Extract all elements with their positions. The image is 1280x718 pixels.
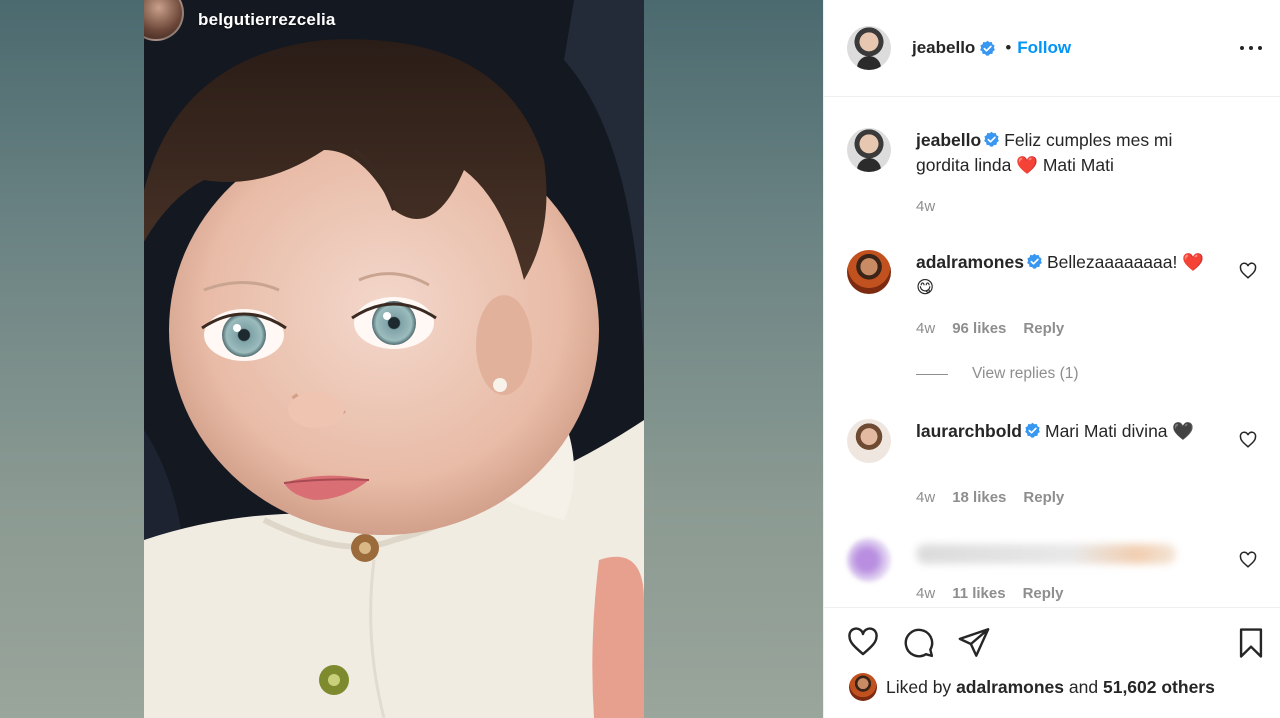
comment-like-heart-icon[interactable] [1239,431,1257,449]
comment-like-heart-icon[interactable] [1239,262,1257,280]
liked-by-avatar[interactable] [849,673,877,701]
caption-username[interactable]: jeabello [916,130,981,150]
comment-meta: 4w 96 likes Reply [916,320,1064,337]
comment-avatar[interactable] [847,419,891,463]
liked-by-prefix: Liked by [886,676,952,697]
reply-button[interactable]: Reply [1023,320,1064,337]
author-username[interactable]: jeabello [912,38,975,58]
comment-meta: 4w 18 likes Reply [916,489,1064,506]
post-panel: jeabello • Follow jeabello Feliz cumples … [823,0,1280,718]
view-replies-line [916,373,948,375]
follow-button[interactable]: Follow [1017,38,1071,58]
caption-time[interactable]: 4w [916,198,935,215]
view-replies-label: View replies (1) [972,365,1079,382]
comment-body: adalramones Bellezaaaaaaaa! ❤️😋 [916,250,1216,300]
media-area: belgutierrezcelia [0,0,823,718]
comment-username[interactable]: laurarchbold [916,421,1022,441]
post-header: jeabello • Follow [824,0,1280,97]
verified-badge-icon [1027,253,1042,269]
liked-by-summary: Liked by adalramones and 51,602 others [849,673,1215,701]
caption-meta: 4w [916,198,935,215]
reply-button[interactable]: Reply [1023,585,1064,602]
liked-by-others[interactable]: 51,602 others [1103,677,1215,698]
comment-avatar[interactable] [847,250,891,294]
verified-badge-icon [980,40,996,56]
story-username[interactable]: belgutierrezcelia [198,10,336,30]
comments-list[interactable]: jeabello Feliz cumples mes mi gordita lin… [824,98,1280,607]
liked-by-user[interactable]: adalramones [956,677,1064,698]
comment-meta: 4w 11 likes Reply [916,585,1063,602]
view-replies-button[interactable]: View replies (1) [916,365,1079,383]
liked-by-middle: and [1068,676,1099,697]
comment-likes[interactable]: 18 likes [952,489,1006,506]
blurred-comment-text [916,544,1176,564]
share-icon[interactable] [957,625,991,659]
reply-button[interactable]: Reply [1023,489,1064,506]
baby-photo-illustration [144,0,644,718]
separator-dot: • [1005,38,1012,57]
comment-like-heart-icon[interactable] [1239,551,1257,569]
story-avatar[interactable] [144,0,184,41]
comment-body: laurarchbold Mari Mati divina 🖤 [916,419,1216,444]
comment-username[interactable]: adalramones [916,252,1024,272]
post-photo[interactable]: belgutierrezcelia [144,0,644,718]
comment-likes[interactable]: 96 likes [952,320,1006,337]
comment-likes[interactable]: 11 likes [952,585,1005,602]
verified-badge-icon [1025,422,1040,438]
author-avatar[interactable] [847,26,891,70]
comment-avatar[interactable] [847,538,891,582]
comment-time[interactable]: 4w [916,320,935,337]
comment-time[interactable]: 4w [916,489,935,506]
comment-icon[interactable] [901,625,935,659]
verified-badge-icon [984,131,1000,147]
caption-body: jeabello Feliz cumples mes mi gordita lin… [916,128,1216,178]
story-tag[interactable]: belgutierrezcelia [144,0,404,41]
comment-time[interactable]: 4w [916,585,935,602]
comment-text: Mari Mati divina 🖤 [1045,421,1195,441]
more-options-icon[interactable] [1240,38,1262,58]
caption-avatar[interactable] [847,128,891,172]
bookmark-icon[interactable] [1234,625,1268,661]
action-bar: Liked by adalramones and 51,602 others [824,607,1280,718]
heart-icon[interactable] [846,625,880,659]
